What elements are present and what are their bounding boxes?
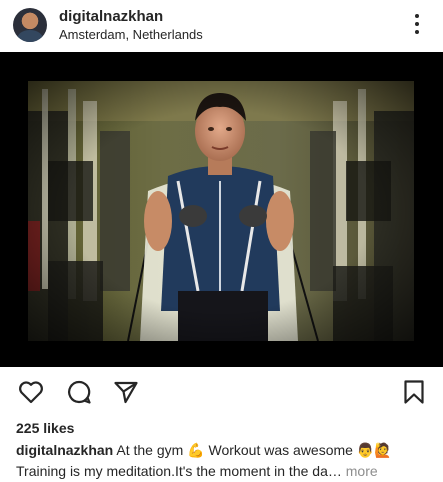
vertical-ellipsis-icon[interactable] bbox=[411, 12, 423, 36]
avatar[interactable] bbox=[13, 8, 47, 42]
paper-plane-icon[interactable] bbox=[113, 379, 139, 405]
post-username[interactable]: digitalnazkhan bbox=[59, 8, 163, 25]
bookmark-icon[interactable] bbox=[401, 379, 427, 405]
post-image-frame[interactable] bbox=[0, 52, 443, 367]
post-caption: digitalnazkhan At the gym 💪 Workout was … bbox=[16, 440, 432, 482]
avatar-shirt bbox=[17, 30, 43, 42]
gym-photo bbox=[28, 81, 414, 341]
comment-bubble-icon[interactable] bbox=[66, 379, 92, 405]
caption-line-1: digitalnazkhan At the gym 💪 Workout was … bbox=[16, 440, 432, 461]
heart-icon[interactable] bbox=[18, 379, 44, 405]
caption-line-2: Training is my meditation.It's the momen… bbox=[16, 461, 432, 482]
caption-text-1: At the gym 💪 Workout was awesome 👨🙋 bbox=[116, 442, 392, 458]
post-location[interactable]: Amsterdam, Netherlands bbox=[59, 27, 203, 42]
post-header: digitalnazkhan Amsterdam, Netherlands bbox=[0, 0, 443, 52]
caption-more-link[interactable]: more bbox=[346, 463, 378, 479]
likes-count[interactable]: 225 likes bbox=[16, 420, 74, 436]
caption-username[interactable]: digitalnazkhan bbox=[16, 442, 113, 458]
caption-text-2: Training is my meditation.It's the momen… bbox=[16, 463, 342, 479]
post-actions bbox=[0, 367, 443, 417]
post-photo[interactable] bbox=[28, 81, 414, 341]
